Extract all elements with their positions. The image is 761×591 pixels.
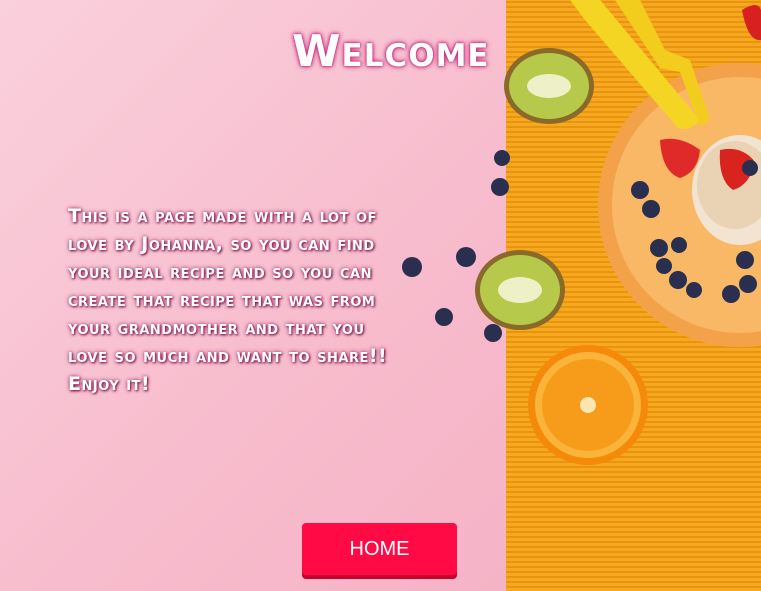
- orange-image: [528, 345, 648, 465]
- home-button[interactable]: HOME: [302, 523, 457, 575]
- page: Welcome This is a page made with a lot o…: [0, 0, 761, 591]
- intro-text: This is a page made with a lot of love b…: [68, 205, 388, 395]
- page-title: Welcome: [292, 26, 490, 77]
